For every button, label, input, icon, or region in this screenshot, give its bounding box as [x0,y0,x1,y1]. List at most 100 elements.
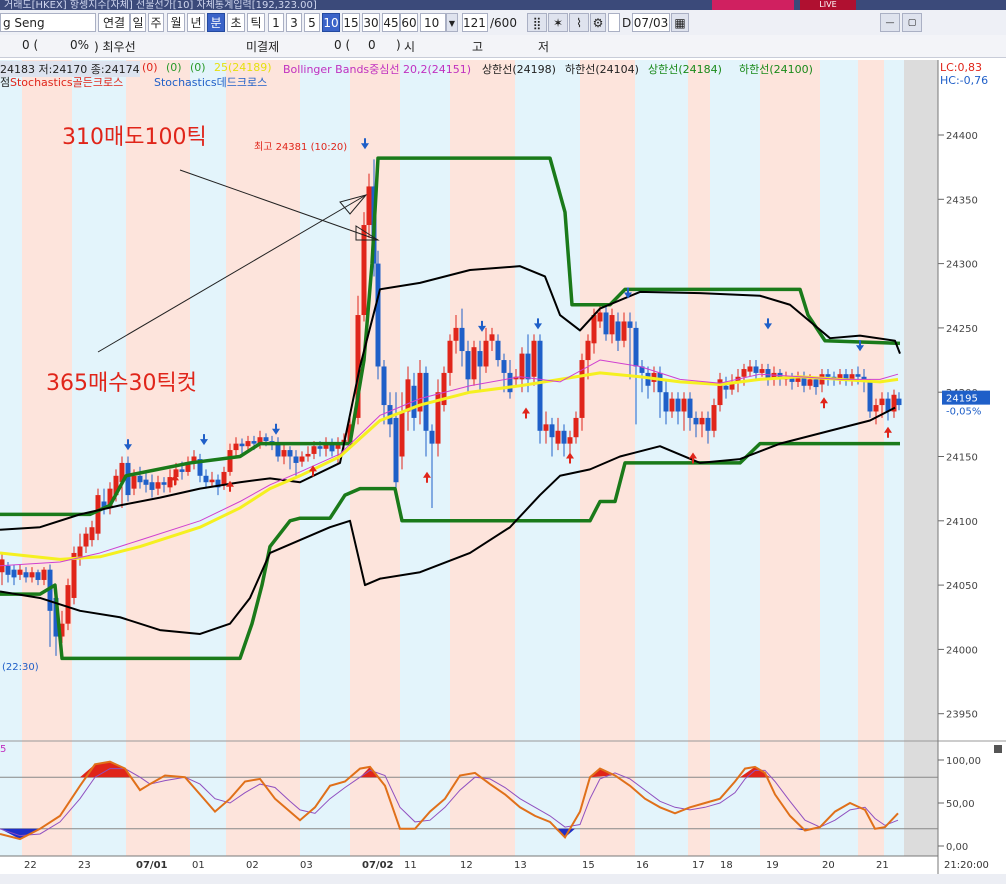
session-band [710,60,760,856]
live-badge[interactable]: LIVE [800,0,856,10]
candle-body [361,225,367,316]
time-axis-label: 01 [192,860,205,871]
candle-body [483,340,489,367]
period-link[interactable]: 연결 [98,13,130,32]
session-band [400,60,450,856]
candle-body [807,379,813,386]
candle-body [453,327,459,341]
candle-body [477,351,483,367]
candle-body [501,360,507,373]
sell-note-text: 310매도100틱 [62,125,207,150]
period-minute[interactable]: 분 [207,13,225,32]
candle-body [35,572,41,580]
candle-body [657,372,663,393]
candle-body [41,569,47,580]
candle-body [23,572,29,578]
chart-background [0,60,938,856]
period-month[interactable]: 월 [167,13,185,32]
candle-body [567,437,573,444]
window-min-icon[interactable]: — [880,13,900,32]
minute-1[interactable]: 1 [268,13,284,32]
gear-icon[interactable]: ⚙ [590,13,606,32]
date-input[interactable]: 07/03 [632,13,670,32]
candle-body [149,482,155,490]
candle-body [281,450,287,457]
legend-p2: (0) [166,61,182,74]
col-high: 고 [472,40,484,54]
candle-body [549,424,555,438]
candle-body [263,437,269,442]
session-band [884,60,904,856]
interval-select[interactable]: 10 [420,13,446,32]
candle-body [759,369,765,373]
minute-3[interactable]: 3 [286,13,302,32]
session-band [760,60,820,856]
price-tick-label: 24000 [946,645,978,656]
candle-body [366,186,372,226]
period-tick[interactable]: 틱 [247,13,265,32]
period-week[interactable]: 주 [148,13,164,32]
grid-icon[interactable]: ⣿ [527,13,547,32]
time-axis-label: 03 [300,860,313,871]
time-axis-label: 22 [24,860,37,871]
chevron-down-icon[interactable]: ▼ [446,13,458,32]
osc-label: 5 [0,744,6,755]
symbol-field[interactable]: g Seng Index(25.0 [0,13,96,49]
candle-body [723,385,729,390]
time-axis-label: 07/01 [136,860,168,871]
chart-navigation-bar[interactable] [0,874,1006,884]
window-title-bar: 거래도[HKEX] 항셍지수[자체] 선물선가[10] 자체통계입력[192,3… [0,0,1006,11]
price-chart[interactable]: 2440024350243002425024200241502410024050… [0,60,1006,874]
session-band [580,60,635,856]
candle-body [591,315,597,344]
left-label: ) 최우선 [94,40,136,54]
candle-body [447,340,453,373]
low-time-label: (22:30) [2,662,39,673]
open-interest-value: 0 ( [334,38,351,52]
period-second[interactable]: 초 [227,13,245,32]
date-checkbox[interactable] [608,13,620,32]
candle-body [179,469,185,472]
minute-30[interactable]: 30 [362,13,380,32]
legend-lower: 하한선(24104) [565,63,639,76]
candle-body [663,392,669,412]
candle-body [633,327,639,367]
minute-45[interactable]: 45 [382,13,400,32]
order-reserve-tab[interactable] [712,0,794,10]
period-day[interactable]: 일 [130,13,146,32]
osc-tick-label: 0,00 [946,842,968,853]
candle-body [525,353,531,380]
candle-body [155,482,161,489]
candle-body [507,372,513,393]
time-axis-label: 17 [692,860,705,871]
session-band [350,60,400,856]
candle-body [83,533,89,547]
candle-body [609,315,615,335]
candle-body [669,398,675,412]
time-axis-label: 13 [514,860,527,871]
count-input[interactable]: 121 [462,13,488,32]
candle-body [675,398,681,412]
candle-body [209,479,215,483]
minute-5[interactable]: 5 [304,13,320,32]
candle-body [495,340,501,361]
window-restore-icon[interactable]: ▢ [902,13,922,32]
candle-body [143,479,149,485]
minute-60[interactable]: 60 [400,13,418,32]
candle-body [531,340,537,377]
minute-15[interactable]: 15 [342,13,360,32]
trend-icon[interactable]: ✶ [548,13,568,32]
legend-bollinger: Bollinger Bands중심선 20,2(24151) [283,63,472,76]
time-axis-label: 11 [404,860,417,871]
time-axis-label: 21 [876,860,889,871]
d-label: D [622,16,632,30]
candle-body [275,443,281,457]
candle-body [693,417,699,425]
line-chart-icon[interactable]: ⌇ [569,13,589,32]
candle-body [597,312,603,322]
candle-body [245,441,251,447]
minute-10[interactable]: 10 [322,13,340,32]
candle-body [621,321,627,341]
period-year[interactable]: 년 [187,13,205,32]
calendar-icon[interactable]: ▦ [671,13,689,32]
